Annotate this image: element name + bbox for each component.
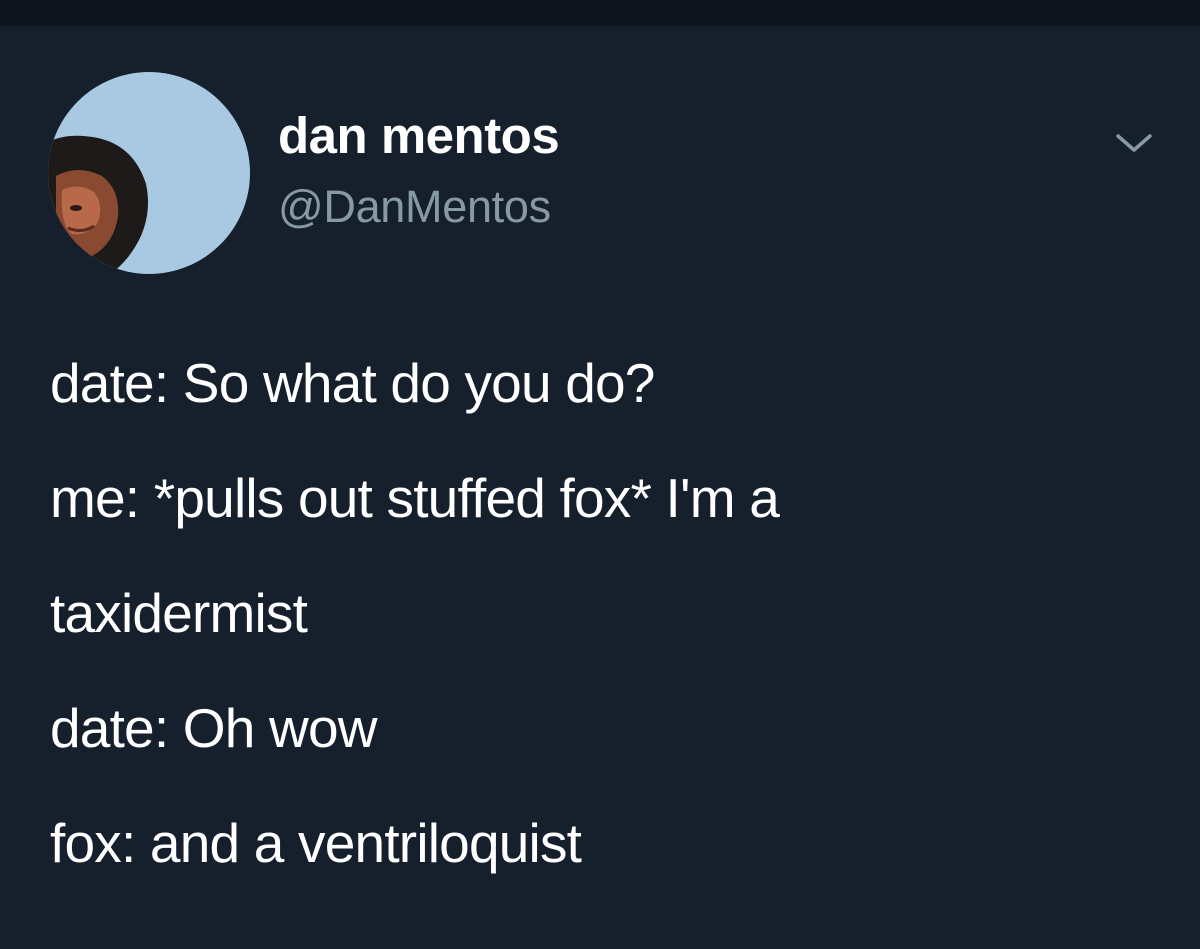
chevron-down-icon[interactable] (1112, 128, 1156, 158)
top-bar (0, 0, 1200, 26)
avatar[interactable] (48, 72, 250, 274)
profile-photo (48, 72, 250, 274)
user-handle[interactable]: @DanMentos (278, 184, 551, 229)
tweet-line: me: *pulls out stuffed fox* I'm a (50, 467, 780, 529)
tweet-line: date: Oh wow (50, 697, 377, 759)
tweet-text: date: So what do you do? me: *pulls out … (50, 356, 1160, 871)
tweet-line: taxidermist (50, 582, 308, 644)
tweet-line: date: So what do you do? (50, 352, 655, 414)
tweet-line: fox: and a ventriloquist (50, 812, 582, 874)
display-name[interactable]: dan mentos (278, 110, 560, 161)
tweet-card: dan mentos @DanMentos date: So what do y… (0, 0, 1200, 949)
